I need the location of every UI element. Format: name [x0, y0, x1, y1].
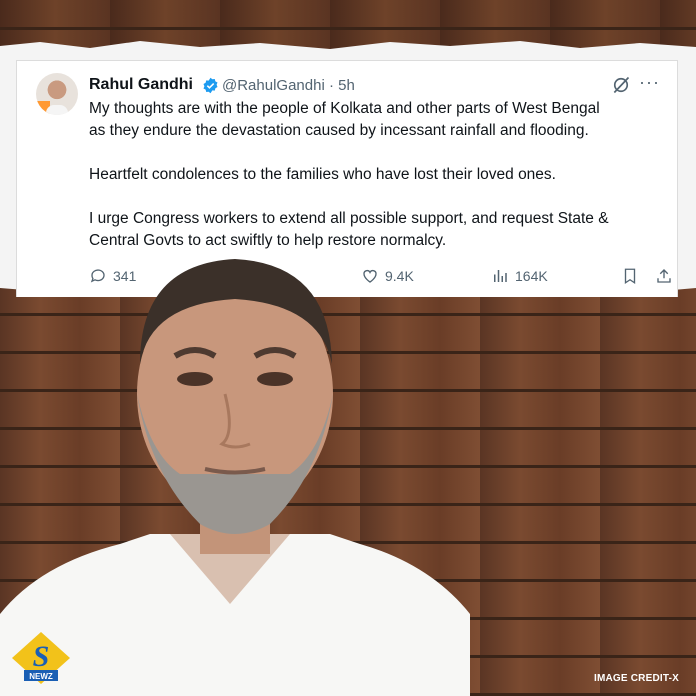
bookmark-icon — [624, 268, 636, 285]
view-count: 164K — [515, 268, 548, 284]
share-button[interactable] — [655, 267, 679, 285]
more-icon[interactable]: ··· — [639, 72, 660, 93]
grok-icon[interactable] — [611, 75, 631, 95]
tweet-paragraph: My thoughts are with the people of Kolka… — [89, 100, 600, 139]
logo-letter: S — [33, 640, 50, 673]
portrait-photo — [0, 259, 470, 696]
author-name[interactable]: Rahul Gandhi — [89, 76, 193, 94]
post-time[interactable]: · 5h — [325, 77, 355, 94]
views-button[interactable]: 164K — [491, 267, 548, 285]
share-icon — [657, 269, 671, 283]
verified-badge-icon — [203, 77, 218, 94]
avatar[interactable] — [36, 73, 78, 115]
image-credit: IMAGE CREDIT-X — [594, 673, 680, 684]
logo-word: NEWZ — [29, 672, 53, 681]
snews-logo: S NEWZ — [12, 632, 70, 684]
tweet-paragraph: Heartfelt condolences to the families wh… — [89, 166, 556, 183]
author-handle[interactable]: @RahulGandhi — [222, 77, 325, 94]
views-icon — [494, 270, 507, 282]
bookmark-button[interactable] — [621, 267, 645, 285]
